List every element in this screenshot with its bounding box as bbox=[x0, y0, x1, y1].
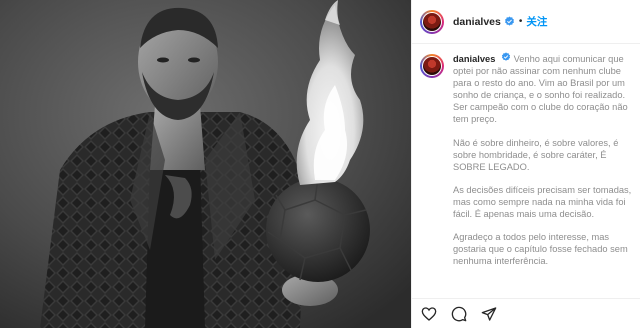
caption-paragraph: Não é sobre dinheiro, é sobre valores, é… bbox=[453, 137, 619, 172]
verified-badge-icon bbox=[501, 52, 511, 62]
caption-avatar[interactable] bbox=[420, 54, 444, 78]
action-bar bbox=[412, 298, 640, 328]
instagram-post: danialves • 关注 danialves Venho aqui comu… bbox=[0, 0, 640, 328]
caption-paragraph: Agradeço a todos pelo interesse, mas gos… bbox=[453, 232, 628, 267]
caption-text: danialves Venho aqui comunicar que optei… bbox=[453, 52, 633, 278]
separator-dot: • bbox=[518, 16, 523, 27]
caption-paragraph: As decisões difíceis precisam ser tomada… bbox=[453, 184, 632, 220]
caption-paragraph: danialves Venho aqui comunicar que optei… bbox=[453, 52, 628, 125]
share-icon[interactable] bbox=[480, 305, 498, 323]
caption-username[interactable]: danialves bbox=[453, 54, 495, 64]
post-side-panel: danialves • 关注 danialves Venho aqui comu… bbox=[411, 0, 640, 328]
username[interactable]: danialves bbox=[453, 16, 501, 28]
photo-man-with-burning-ball bbox=[0, 0, 411, 328]
caption: danialves Venho aqui comunicar que optei… bbox=[420, 52, 636, 278]
comment-icon[interactable] bbox=[450, 305, 468, 323]
verified-badge-icon bbox=[504, 16, 515, 27]
heart-icon[interactable] bbox=[420, 305, 438, 323]
follow-button[interactable]: 关注 bbox=[526, 14, 547, 29]
post-header: danialves • 关注 bbox=[412, 0, 640, 44]
post-photo[interactable] bbox=[0, 0, 411, 328]
avatar[interactable] bbox=[420, 9, 444, 34]
